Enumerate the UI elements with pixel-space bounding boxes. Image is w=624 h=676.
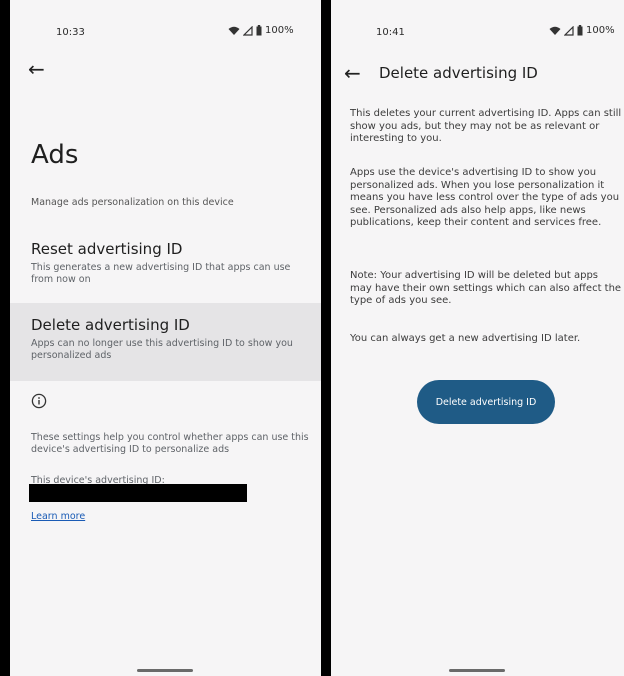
frame-border-left <box>0 0 10 676</box>
description-paragraph-1: This deletes your current advertising ID… <box>350 108 622 144</box>
reset-advertising-id-item[interactable]: Reset advertising ID This generates a ne… <box>10 240 321 286</box>
back-arrow-icon[interactable]: ← <box>28 59 45 79</box>
info-icon <box>31 393 47 409</box>
signal-icon <box>243 25 253 36</box>
delete-advertising-id-item[interactable]: Delete advertising ID Apps can no longer… <box>10 303 321 381</box>
info-text: These settings help you control whether … <box>31 432 309 455</box>
status-icons: 100% <box>549 25 615 36</box>
page-title: Ads <box>31 140 79 170</box>
signal-icon <box>564 25 574 36</box>
reset-advertising-id-summary: This generates a new advertising ID that… <box>31 262 291 285</box>
back-arrow-icon[interactable]: ← <box>344 63 361 83</box>
page-title: Delete advertising ID <box>379 64 538 82</box>
description-paragraph-3: Note: Your advertising ID will be delete… <box>350 270 622 306</box>
learn-more-link[interactable]: Learn more <box>31 511 85 522</box>
status-icons: 100% <box>228 25 294 36</box>
wifi-icon <box>549 26 561 35</box>
status-time: 10:33 <box>56 27 85 38</box>
delete-advertising-id-title: Delete advertising ID <box>31 316 190 334</box>
delete-advertising-id-screen: 10:41 100% ← Delete advertising ID This … <box>331 0 624 676</box>
battery-icon <box>256 25 262 36</box>
description-paragraph-2: Apps use the device's advertising ID to … <box>350 167 620 228</box>
delete-advertising-id-summary: Apps can no longer use this advertising … <box>31 338 293 361</box>
battery-percent: 100% <box>265 25 294 36</box>
battery-icon <box>577 25 583 36</box>
advertising-id-redacted <box>29 484 247 502</box>
page-subtitle: Manage ads personalization on this devic… <box>31 197 234 208</box>
description-paragraph-4: You can always get a new advertising ID … <box>350 333 581 344</box>
battery-percent: 100% <box>586 25 615 36</box>
delete-advertising-id-button[interactable]: Delete advertising ID <box>417 380 555 424</box>
screen-divider <box>321 0 331 676</box>
ads-settings-screen: 10:33 100% ← Ads Manage ads personalizat… <box>10 0 321 676</box>
wifi-icon <box>228 26 240 35</box>
gesture-nav-handle[interactable] <box>137 669 193 672</box>
reset-advertising-id-title: Reset advertising ID <box>31 240 183 258</box>
status-time: 10:41 <box>376 27 405 38</box>
gesture-nav-handle[interactable] <box>449 669 505 672</box>
